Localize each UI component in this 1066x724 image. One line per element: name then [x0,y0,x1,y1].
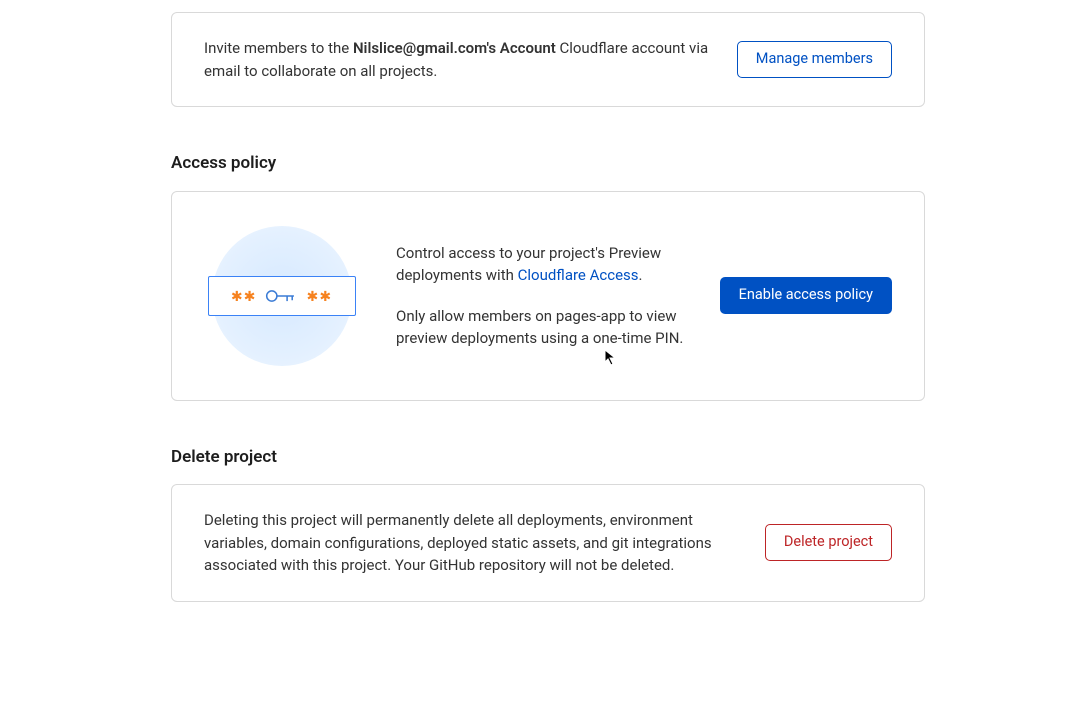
access-p1-suffix: . [639,266,643,284]
invite-members-card: Invite members to the Nilslice@gmail.com… [171,12,925,107]
access-illustration: ✱✱ ✱✱ [192,216,372,376]
key-icon [265,285,299,307]
access-para-1: Control access to your project's Preview… [396,242,696,287]
access-para-2: Only allow members on pages-app to view … [396,305,696,350]
password-box-illustration: ✱✱ ✱✱ [208,276,356,316]
access-policy-card: ✱✱ ✱✱ Control access to your project's P… [171,191,925,401]
delete-project-title: Delete project [171,445,925,471]
invite-account-name: Nilslice@gmail.com's Account [353,39,556,57]
enable-access-policy-button[interactable]: Enable access policy [720,277,892,314]
asterisk-left: ✱✱ [231,282,257,309]
cloudflare-access-link[interactable]: Cloudflare Access [518,266,639,284]
invite-description: Invite members to the Nilslice@gmail.com… [204,37,717,82]
manage-members-button[interactable]: Manage members [737,41,892,78]
invite-prefix: Invite members to the [204,39,353,57]
asterisk-right: ✱✱ [307,282,333,309]
access-policy-title: Access policy [171,151,925,177]
delete-project-description: Deleting this project will permanently d… [204,509,745,577]
access-policy-description: Control access to your project's Preview… [396,242,696,350]
delete-project-card: Deleting this project will permanently d… [171,484,925,602]
delete-project-button[interactable]: Delete project [765,524,892,561]
